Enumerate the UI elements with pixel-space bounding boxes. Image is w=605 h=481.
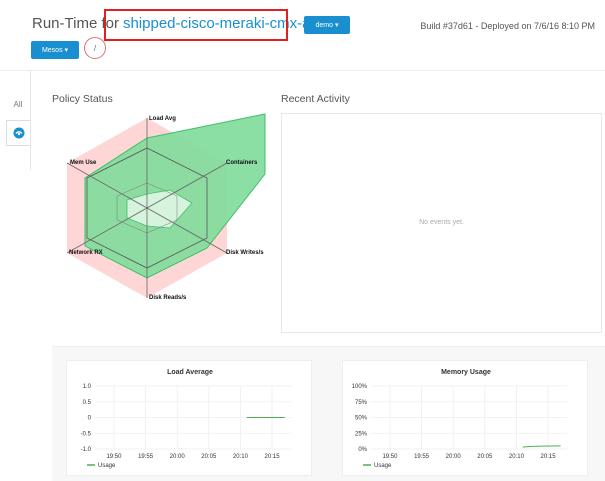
scheduler-dropdown-button[interactable]: Mesos ▾ <box>31 41 79 59</box>
legend-label: Usage <box>98 463 116 469</box>
axis-label-disk-writes: Disk Writes/s <box>226 250 264 256</box>
environment-dropdown-button[interactable]: demo ▾ <box>304 16 350 34</box>
chart-title: Memory Usage <box>441 369 491 376</box>
load-average-chart-svg: Load Average 1.0 0.5 0 -0.5 -1.0 19:50 19:55 20… <box>81 369 291 469</box>
empty-state-text: No events yet. <box>419 219 464 226</box>
mesos-icon <box>13 127 24 139</box>
x-tick-label: 20:10 <box>233 454 249 460</box>
x-tick-label: 20:15 <box>265 454 281 460</box>
x-tick-label: 20:10 <box>509 454 525 460</box>
y-tick-label: -1.0 <box>81 447 92 453</box>
y-tick-label: 50% <box>355 416 368 422</box>
axis-label-network-rx: Network RX <box>69 250 103 256</box>
chart-title: Load Average <box>167 369 213 376</box>
highlight-annotation <box>104 9 288 41</box>
x-tick-label: 20:00 <box>446 454 462 460</box>
y-tick-label: 100% <box>352 384 368 390</box>
y-tick-label: 1.0 <box>83 384 92 390</box>
y-tick-label: 0% <box>358 447 367 453</box>
x-tick-label: 20:15 <box>541 454 557 460</box>
series-line-usage <box>522 445 561 448</box>
load-average-chart: Load Average 1.0 0.5 0 -0.5 -1.0 19:50 19:55 20… <box>66 360 312 476</box>
y-tick-label: 0.5 <box>83 400 92 406</box>
axis-label-load-avg: Load Avg <box>149 116 176 122</box>
memory-usage-chart-svg: Memory Usage 100% 75% 50% 25% 0% 19:50 19:55 20… <box>352 369 567 469</box>
x-tick-label: 20:00 <box>170 454 186 460</box>
tab-separator <box>30 70 31 170</box>
legend-label: Usage <box>374 463 392 469</box>
build-info: Build #37d61 - Deployed on 7/6/16 8:10 P… <box>420 21 595 31</box>
policy-status-title: Policy Status <box>52 93 113 105</box>
y-tick-label: -0.5 <box>81 431 92 437</box>
x-tick-label: 20:05 <box>201 454 217 460</box>
divider <box>0 70 605 71</box>
x-tick-label: 19:55 <box>414 454 430 460</box>
x-tick-label: 19:50 <box>382 454 398 460</box>
policy-radar-chart: Load Avg Containers Disk Writes/s Disk R… <box>66 113 266 301</box>
tab-all[interactable]: All <box>8 100 28 109</box>
axis-label-containers: Containers <box>226 160 258 166</box>
y-tick-label: 0 <box>88 416 92 422</box>
path-circle-button[interactable]: / <box>84 37 106 59</box>
axis-label-disk-reads: Disk Reads/s <box>149 295 187 301</box>
x-tick-label: 19:50 <box>106 454 122 460</box>
axis-label-mem-use: Mem Use <box>70 160 97 166</box>
memory-usage-chart: Memory Usage 100% 75% 50% 25% 0% 19:50 19:55 20… <box>342 360 588 476</box>
y-tick-label: 75% <box>355 400 368 406</box>
y-tick-label: 25% <box>355 431 368 437</box>
tab-mesos[interactable] <box>6 120 30 146</box>
recent-activity-title: Recent Activity <box>281 93 350 105</box>
x-tick-label: 19:55 <box>138 454 154 460</box>
x-tick-label: 20:05 <box>477 454 493 460</box>
